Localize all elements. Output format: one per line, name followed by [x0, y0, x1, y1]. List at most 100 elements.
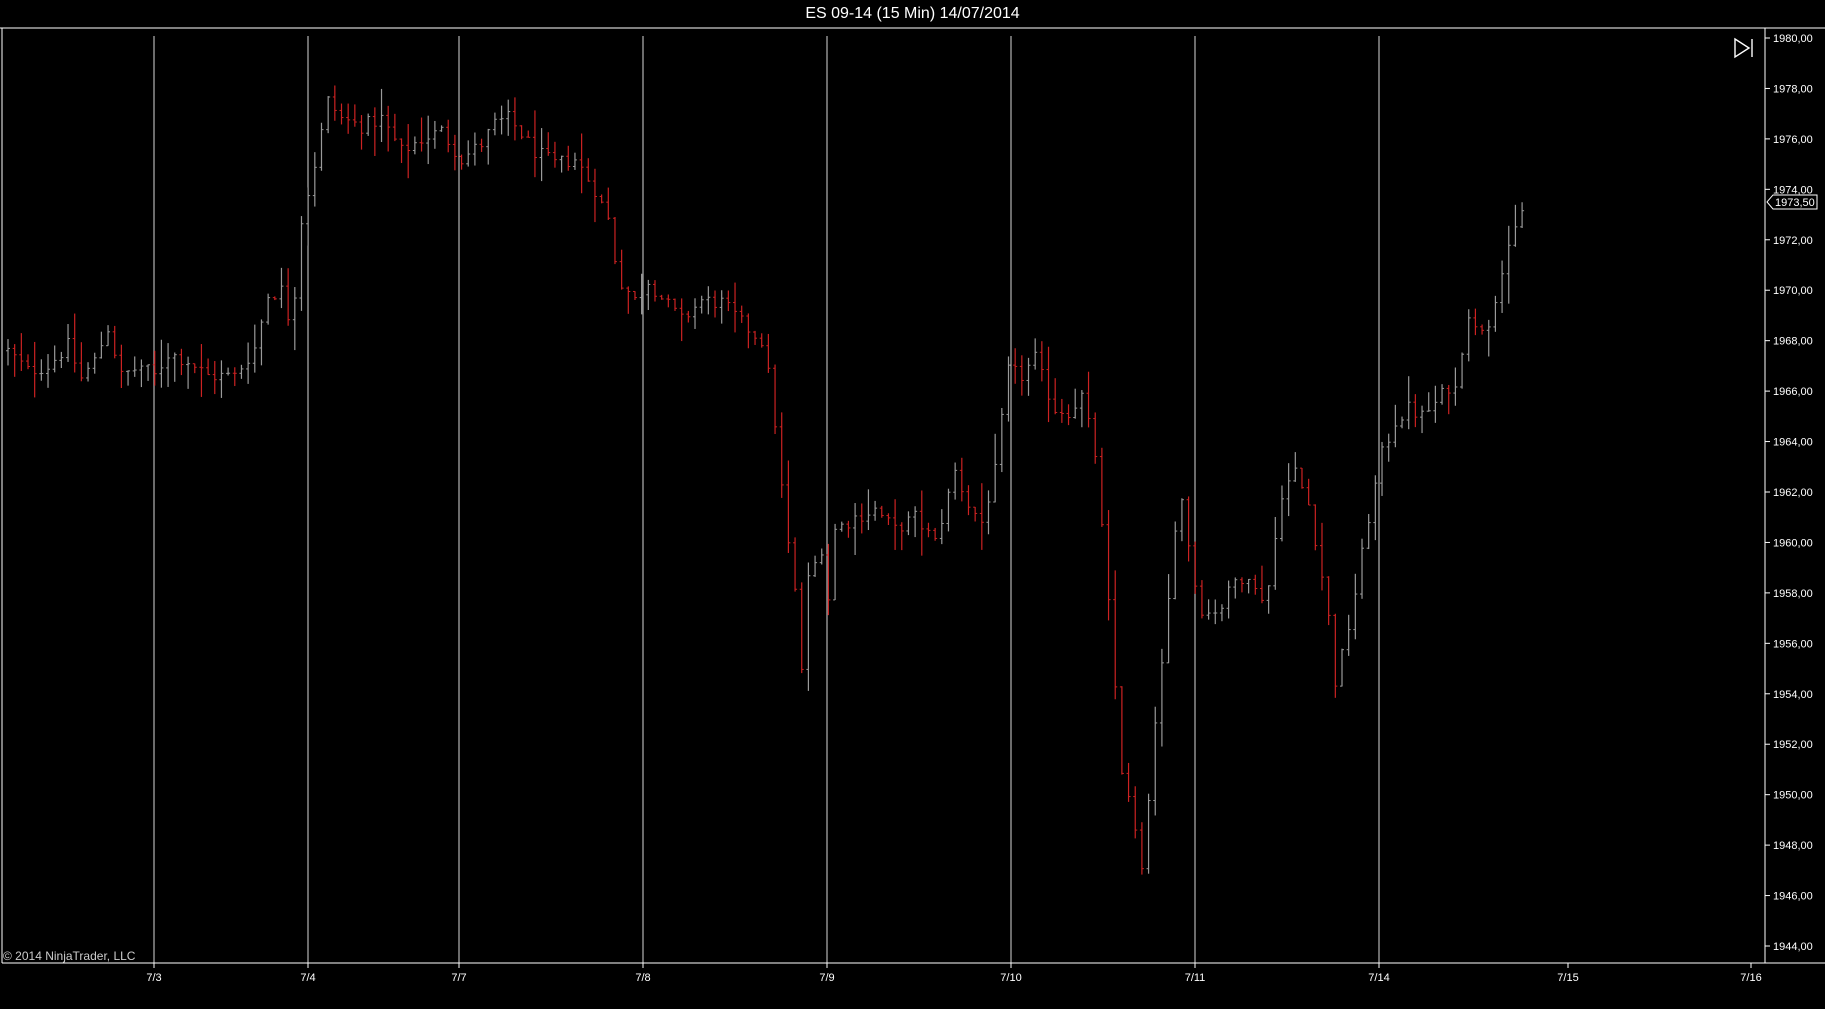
price-bar — [286, 268, 291, 326]
price-bar — [686, 310, 691, 323]
x-tick-label: 7/4 — [300, 972, 315, 984]
price-bar — [693, 298, 698, 329]
price-bar — [119, 344, 124, 389]
price-bar — [246, 342, 251, 384]
price-bar — [66, 324, 71, 362]
price-bar — [1266, 585, 1271, 614]
price-bar — [1473, 308, 1478, 336]
price-bar — [1453, 367, 1458, 406]
price-bar — [26, 354, 31, 370]
price-bar — [519, 125, 524, 140]
price-bar — [92, 352, 97, 374]
price-bar — [1259, 565, 1264, 604]
price-bar — [1306, 478, 1311, 506]
price-bar — [1206, 599, 1211, 620]
price-bar — [1426, 392, 1431, 412]
price-bar — [1413, 394, 1418, 428]
price-bar — [859, 503, 864, 534]
price-bar — [759, 333, 764, 348]
price-bar — [619, 249, 624, 290]
price-bar — [359, 115, 364, 150]
price-bar — [913, 506, 918, 538]
price-bar — [959, 457, 964, 502]
y-tick-label: 1978,00 — [1773, 83, 1813, 95]
price-bar — [212, 361, 217, 395]
price-bar — [566, 145, 571, 171]
price-bar — [719, 290, 724, 324]
price-bar — [139, 359, 144, 388]
price-bar — [666, 294, 671, 308]
price-bar — [1086, 371, 1091, 428]
vertical-grid — [153, 36, 1380, 963]
price-bar — [1153, 706, 1158, 816]
price-bar — [1239, 577, 1244, 593]
price-bar — [886, 513, 891, 526]
y-tick-label: 1948,00 — [1773, 840, 1813, 852]
price-bar — [239, 364, 244, 379]
price-bar — [659, 294, 664, 300]
price-bar — [1059, 398, 1064, 423]
x-tick-label: 7/10 — [1000, 972, 1021, 984]
price-bar — [739, 305, 744, 323]
price-bar — [1246, 578, 1251, 594]
price-bar — [753, 330, 758, 345]
price-bar — [279, 267, 284, 309]
y-tick-label: 1966,00 — [1773, 386, 1813, 398]
price-bar — [726, 290, 731, 312]
price-bar — [106, 325, 111, 347]
price-bar — [379, 88, 384, 142]
y-tick-label: 1962,00 — [1773, 487, 1813, 499]
price-bar — [1373, 475, 1378, 541]
price-bar — [786, 460, 791, 553]
skip-forward-icon[interactable] — [1732, 36, 1756, 60]
price-bar — [186, 356, 191, 389]
price-bar — [773, 364, 778, 435]
y-tick-label: 1954,00 — [1773, 689, 1813, 701]
time-axis[interactable]: 7/3 7/4 7/7 7/8 7/9 7/10 7/11 7/14 7/15 7/16 — [146, 963, 1762, 984]
price-bar — [1006, 356, 1011, 422]
price-bar — [459, 154, 464, 170]
price-bar — [966, 485, 971, 516]
price-bar — [12, 344, 17, 377]
price-bar — [1286, 463, 1291, 517]
price-bar — [1079, 390, 1084, 428]
price-bar — [1226, 580, 1231, 619]
price-bar — [1106, 510, 1111, 621]
price-bar — [572, 152, 577, 170]
price-bar — [219, 360, 224, 398]
price-bar — [259, 319, 264, 366]
price-bar — [272, 296, 277, 301]
price-bar — [1520, 202, 1525, 228]
price-bar — [632, 290, 637, 301]
price-bar — [793, 537, 798, 592]
price-bar — [1073, 388, 1078, 419]
price-bar — [1333, 613, 1338, 698]
price-bar — [706, 286, 711, 315]
price-bar — [813, 555, 818, 577]
price-bar — [1213, 599, 1218, 625]
y-tick-label: 1980,00 — [1773, 33, 1813, 45]
price-bar — [472, 132, 477, 166]
y-tick-label: 1960,00 — [1773, 537, 1813, 549]
price-bar — [626, 286, 631, 314]
price-bar — [1126, 762, 1131, 802]
price-bar — [1039, 341, 1044, 382]
price-bar — [853, 503, 858, 556]
price-bar — [906, 511, 911, 536]
y-tick-label: 1968,00 — [1773, 336, 1813, 348]
price-bar — [499, 105, 504, 135]
y-tick-label: 1964,00 — [1773, 437, 1813, 449]
price-bar — [999, 407, 1004, 473]
price-bar — [1273, 516, 1278, 590]
price-bar — [833, 523, 838, 601]
price-bar — [1386, 433, 1391, 462]
price-chart[interactable]: 1944,00 1946,00 1948,00 1950,00 1952,00 1954,… — [0, 0, 1825, 1009]
price-bar — [1219, 604, 1224, 622]
price-bar — [126, 370, 131, 386]
price-bar — [1166, 574, 1171, 664]
price-bar — [299, 216, 304, 311]
price-bar — [746, 313, 751, 349]
price-bar — [1186, 496, 1191, 562]
price-axis[interactable]: 1944,00 1946,00 1948,00 1950,00 1952,00 1954,… — [1765, 33, 1813, 953]
price-bar — [1340, 648, 1344, 687]
